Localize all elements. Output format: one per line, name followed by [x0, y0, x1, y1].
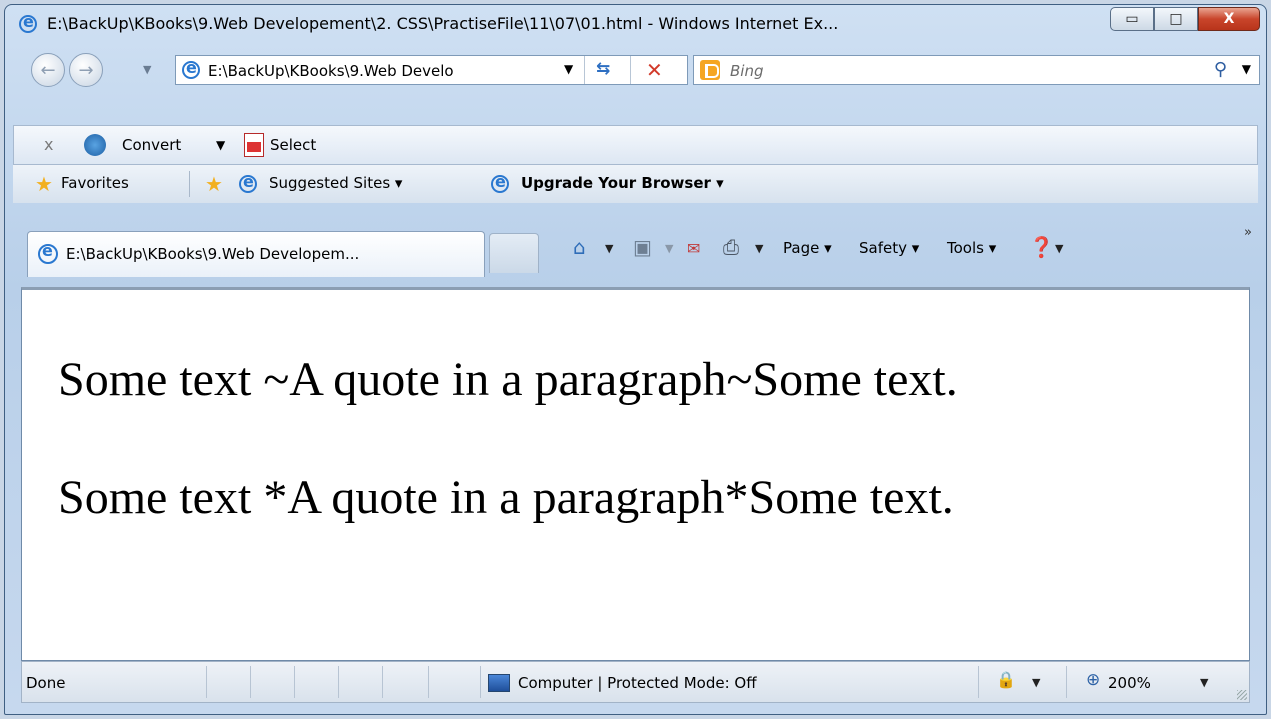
status-separator	[428, 666, 429, 698]
status-separator	[294, 666, 295, 698]
navigation-bar: ← → ▼ E:\BackUp\KBooks\9.Web Develo ▼ ⇆ …	[5, 45, 1266, 89]
status-separator	[382, 666, 383, 698]
security-zone-text[interactable]: Computer | Protected Mode: Off	[518, 674, 757, 692]
zoom-dropdown-icon[interactable]: ▼	[1200, 676, 1208, 689]
status-bar: Done Computer | Protected Mode: Off 🔒 ▼ …	[21, 661, 1250, 703]
stop-icon[interactable]: ✕	[646, 58, 663, 82]
status-separator	[1066, 666, 1067, 698]
zone-dropdown-icon[interactable]: ▼	[1032, 676, 1040, 689]
safety-menu-label: Safety	[859, 239, 907, 257]
convert-icon[interactable]	[84, 134, 106, 156]
addon-toolbar: x Convert ▼ Select	[13, 125, 1258, 165]
home-icon[interactable]: ⌂	[573, 235, 586, 259]
ie-logo-icon	[19, 12, 37, 33]
close-toolbar-icon[interactable]: x	[44, 135, 53, 154]
add-to-favorites-bar-icon[interactable]: ★	[205, 172, 223, 196]
paragraph-1: Some text ~A quote in a paragraph~Some t…	[58, 353, 958, 406]
back-button[interactable]: ←	[31, 53, 65, 87]
convert-dropdown-icon[interactable]: ▼	[216, 138, 225, 152]
status-separator	[338, 666, 339, 698]
search-dropdown-icon[interactable]: ▼	[1242, 62, 1251, 76]
tools-menu[interactable]: Tools ▾	[947, 239, 996, 257]
address-bar[interactable]: E:\BackUp\KBooks\9.Web Develo ▼ ⇆ ✕	[175, 55, 688, 85]
new-tab-button[interactable]	[489, 233, 539, 273]
protected-mode-icon[interactable]: 🔒	[996, 670, 1016, 689]
minimize-button[interactable]: ▭	[1110, 7, 1154, 31]
read-mail-icon[interactable]: ✉	[687, 239, 700, 258]
computer-zone-icon	[488, 674, 510, 692]
upgrade-browser-link[interactable]: Upgrade Your Browser ▾	[521, 174, 724, 192]
page-content: Some text ~A quote in a paragraph~Some t…	[21, 287, 1250, 661]
title-bar[interactable]: E:\BackUp\KBooks\9.Web Developement\2. C…	[5, 5, 1266, 45]
caption-buttons: ▭ □ X	[1110, 7, 1260, 33]
forward-button[interactable]: →	[69, 53, 103, 87]
paragraph-2: Some text *A quote in a paragraph*Some t…	[58, 471, 954, 524]
page-menu[interactable]: Page ▾	[783, 239, 832, 257]
favorites-separator	[189, 171, 190, 197]
status-text: Done	[26, 674, 66, 692]
tab-current[interactable]: E:\BackUp\KBooks\9.Web Developem...	[27, 231, 485, 277]
page-icon	[182, 58, 200, 79]
window-title: E:\BackUp\KBooks\9.Web Developement\2. C…	[47, 14, 839, 33]
status-separator	[250, 666, 251, 698]
zoom-level[interactable]: 200%	[1108, 674, 1151, 692]
favorites-bar: ★ Favorites ★ Suggested Sites ▾ Upgrade …	[13, 165, 1258, 203]
upgrade-browser-icon	[491, 172, 509, 193]
close-button[interactable]: X	[1198, 7, 1260, 31]
zoom-icon[interactable]: ⊕	[1086, 670, 1100, 690]
safety-menu[interactable]: Safety ▾	[859, 239, 919, 257]
search-box[interactable]: Bing ⚲ ▼	[693, 55, 1260, 85]
status-separator	[480, 666, 481, 698]
tab-title: E:\BackUp\KBooks\9.Web Developem...	[66, 245, 360, 263]
address-separator	[630, 56, 631, 84]
pdf-select-icon[interactable]	[244, 133, 264, 157]
feeds-icon[interactable]: ▣	[633, 235, 652, 259]
maximize-button[interactable]: □	[1154, 7, 1198, 31]
favorites-star-icon[interactable]: ★	[35, 172, 53, 196]
status-separator	[978, 666, 979, 698]
status-separator	[206, 666, 207, 698]
address-dropdown-icon[interactable]: ▼	[564, 62, 573, 76]
address-input[interactable]: E:\BackUp\KBooks\9.Web Develo	[208, 62, 454, 80]
feeds-dropdown-icon[interactable]: ▼	[665, 242, 673, 255]
convert-button[interactable]: Convert	[122, 136, 181, 154]
help-dropdown-icon[interactable]: ▼	[1055, 242, 1063, 255]
compatibility-view-icon[interactable]: ⇆	[596, 59, 610, 79]
browser-window: E:\BackUp\KBooks\9.Web Developement\2. C…	[4, 4, 1267, 715]
tools-menu-label: Tools	[947, 239, 984, 257]
recent-pages-dropdown-icon[interactable]: ▼	[143, 63, 151, 76]
favorites-button[interactable]: Favorites	[61, 174, 129, 192]
tab-row: E:\BackUp\KBooks\9.Web Developem... ⌂ ▼ …	[13, 203, 1258, 285]
search-icon[interactable]: ⚲	[1214, 59, 1227, 80]
select-button[interactable]: Select	[270, 136, 316, 154]
suggested-sites-icon	[239, 172, 257, 193]
print-icon[interactable]: ⎙	[723, 235, 739, 259]
toolbar-overflow-icon[interactable]: »	[1244, 225, 1252, 240]
suggested-sites-link[interactable]: Suggested Sites ▾	[269, 174, 402, 192]
help-icon[interactable]: ❓	[1029, 235, 1054, 259]
address-separator	[584, 56, 585, 84]
bing-icon	[700, 60, 720, 80]
page-menu-label: Page	[783, 239, 820, 257]
tab-ie-icon	[38, 241, 58, 264]
home-dropdown-icon[interactable]: ▼	[605, 242, 613, 255]
search-input[interactable]: Bing	[730, 62, 764, 80]
resize-grip[interactable]	[1237, 690, 1247, 700]
print-dropdown-icon[interactable]: ▼	[755, 242, 763, 255]
